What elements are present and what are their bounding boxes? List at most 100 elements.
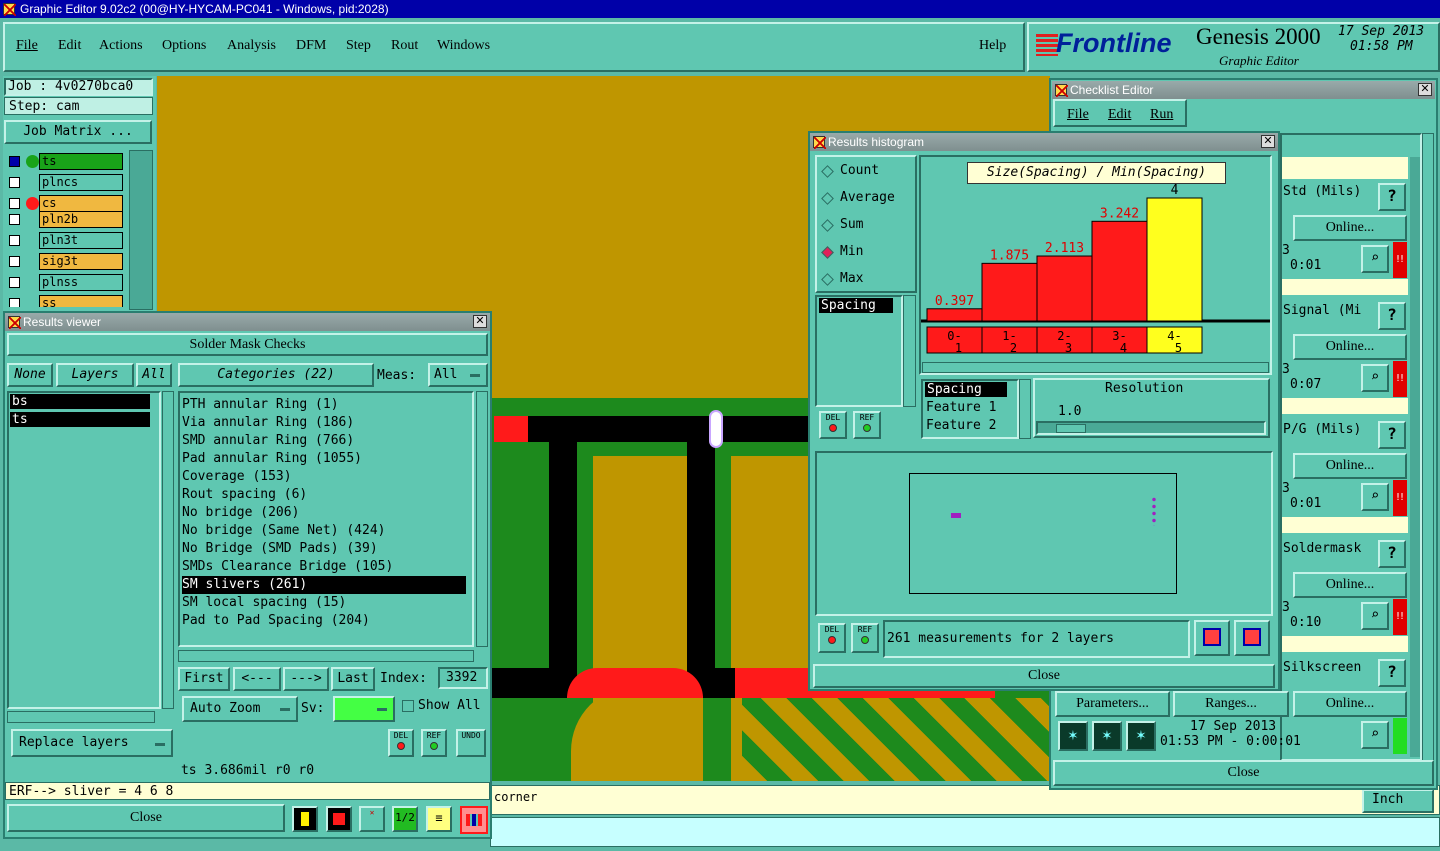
category-item[interactable]: No bridge (Same Net) (424)	[182, 522, 472, 540]
help-button[interactable]: ?	[1378, 302, 1406, 330]
export-icon[interactable]	[1194, 620, 1230, 656]
resolution-item-selected[interactable]: Spacing	[925, 382, 1007, 397]
del-button[interactable]: DEL	[388, 729, 414, 757]
checklist-close-button[interactable]: Close	[1053, 760, 1434, 786]
category-item[interactable]: SMDs Clearance Bridge (105)	[182, 558, 472, 576]
category-item[interactable]: No bridge (206)	[182, 504, 472, 522]
layers-button[interactable]: Layers	[56, 363, 134, 387]
category-item[interactable]: Pad annular Ring (1055)	[182, 450, 472, 468]
close-icon[interactable]: ✕	[1418, 83, 1432, 96]
layer-row-pln3t[interactable]: pln3t	[6, 232, 124, 249]
category-item[interactable]: Rout spacing (6)	[182, 486, 472, 504]
help-button[interactable]: ?	[1378, 183, 1406, 211]
none-button[interactable]: None	[7, 363, 53, 387]
online-button[interactable]: Online...	[1293, 572, 1407, 598]
category-item[interactable]: PTH annular Ring (1)	[182, 396, 472, 414]
categories-button[interactable]: Categories (22)	[178, 363, 374, 387]
layer-row-sig3t[interactable]: sig3t	[6, 253, 124, 270]
menu-file[interactable]: File	[16, 38, 38, 54]
online-button[interactable]: Online...	[1293, 453, 1407, 479]
parameters-button[interactable]: Parameters...	[1055, 691, 1170, 717]
close-icon[interactable]: ✕	[1261, 135, 1275, 148]
menu-analysis[interactable]: Analysis	[227, 38, 276, 54]
results-close-button[interactable]: Close	[7, 804, 285, 832]
hist-ref-button[interactable]: REF	[853, 411, 881, 439]
checklist-vscroll[interactable]	[1422, 133, 1434, 761]
zoom-icon[interactable]: ⌕	[1361, 245, 1389, 273]
layer-row-ts[interactable]: ts	[6, 153, 124, 170]
prev-button[interactable]: <---	[233, 667, 281, 691]
online-button[interactable]: Online...	[1293, 691, 1407, 717]
units-button[interactable]: Inch	[1362, 789, 1434, 813]
histogram-close-button[interactable]: Close	[813, 664, 1275, 688]
online-button[interactable]: Online...	[1293, 215, 1407, 241]
zoom-icon[interactable]: ⌕	[1361, 721, 1389, 749]
resolution-list-vscroll[interactable]	[1019, 379, 1031, 439]
chart-hscroll[interactable]	[922, 362, 1269, 373]
category-list-vscroll[interactable]	[476, 391, 488, 647]
online-button[interactable]: Online...	[1293, 334, 1407, 360]
menu-windows[interactable]: Windows	[437, 38, 490, 54]
menu-rout[interactable]: Rout	[391, 38, 418, 54]
slider-thumb[interactable]	[1056, 424, 1086, 433]
help-button[interactable]: ?	[1378, 421, 1406, 449]
checklist-menu-edit[interactable]: Edit	[1108, 107, 1131, 123]
menu-dfm[interactable]: DFM	[296, 38, 326, 54]
show-all-checkbox[interactable]	[402, 700, 414, 712]
category-item[interactable]: No Bridge (SMD Pads) (39)	[182, 540, 472, 558]
zoom-icon[interactable]: ⌕	[1361, 602, 1389, 630]
import-icon[interactable]	[1234, 620, 1270, 656]
histogram-bar[interactable]	[926, 308, 983, 322]
last-button[interactable]: Last	[331, 667, 375, 691]
histogram-bar[interactable]	[1036, 255, 1093, 322]
histogram-titlebar[interactable]: Results histogram ✕	[810, 133, 1278, 151]
ranges-button[interactable]: Ranges...	[1173, 691, 1289, 717]
histogram-icon[interactable]	[460, 806, 488, 834]
layer-row-plncs[interactable]: plncs	[6, 174, 124, 191]
checklist-menu-file[interactable]: File	[1067, 107, 1089, 123]
next-button[interactable]: --->	[283, 667, 329, 691]
checklist-titlebar[interactable]: Checklist Editor ✕	[1052, 81, 1435, 99]
preview-ref-button[interactable]: REF	[851, 623, 879, 653]
resolution-item[interactable]: Feature 1	[926, 400, 996, 415]
menu-options[interactable]: Options	[162, 38, 206, 54]
category-item-selected[interactable]: SM slivers (261)	[182, 576, 466, 594]
menu-help[interactable]: Help	[979, 38, 1006, 54]
histogram-attr-item[interactable]: Spacing	[819, 298, 893, 313]
sv-color-select[interactable]	[333, 696, 395, 722]
category-list-hscroll[interactable]	[178, 650, 474, 662]
layer-list-vscroll[interactable]	[162, 391, 174, 709]
menu-edit[interactable]: Edit	[58, 38, 81, 54]
category-item[interactable]: SM local spacing (15)	[182, 594, 472, 612]
auto-zoom-select[interactable]: Auto Zoom	[182, 696, 298, 722]
layer-row-pln2b[interactable]: pln2b	[6, 211, 124, 228]
close-icon[interactable]: ✕	[473, 315, 487, 328]
histogram-bar[interactable]	[1146, 197, 1203, 322]
run-icon[interactable]: ✶	[1058, 721, 1088, 751]
job-matrix-button[interactable]: Job Matrix ...	[4, 120, 152, 144]
ref-button[interactable]: REF	[421, 729, 447, 757]
layer-list-item[interactable]: ts	[10, 412, 150, 427]
category-item[interactable]: Coverage (153)	[182, 468, 472, 486]
replace-layers-select[interactable]: Replace layers	[11, 729, 173, 757]
all-layers-button[interactable]: All	[136, 363, 172, 387]
run-selected-icon[interactable]: ✶	[1092, 721, 1122, 751]
preview-del-button[interactable]: DEL	[818, 623, 846, 653]
results-viewer-titlebar[interactable]: Results viewer ✕	[5, 313, 490, 331]
menu-step[interactable]: Step	[346, 38, 371, 54]
resolution-item[interactable]: Feature 2	[926, 418, 996, 433]
layer-list-item[interactable]: bs	[10, 394, 150, 409]
first-button[interactable]: First	[178, 667, 230, 691]
run-all-icon[interactable]: ✶	[1126, 721, 1156, 751]
report-icon[interactable]: ≡	[426, 806, 452, 832]
ref-off-icon[interactable]: ✕	[359, 806, 385, 832]
layer-list-hscroll[interactable]	[7, 711, 155, 723]
layer-row-ss[interactable]: ss	[6, 295, 124, 307]
histogram-bar[interactable]	[981, 262, 1038, 322]
index-input[interactable]: 3392	[438, 667, 488, 689]
resolution-slider[interactable]	[1036, 421, 1266, 435]
command-line[interactable]	[490, 817, 1440, 847]
layer-list-scrollbar[interactable]	[129, 150, 153, 310]
zoom-icon[interactable]: ⌕	[1361, 483, 1389, 511]
category-item[interactable]: SMD annular Ring (766)	[182, 432, 472, 450]
